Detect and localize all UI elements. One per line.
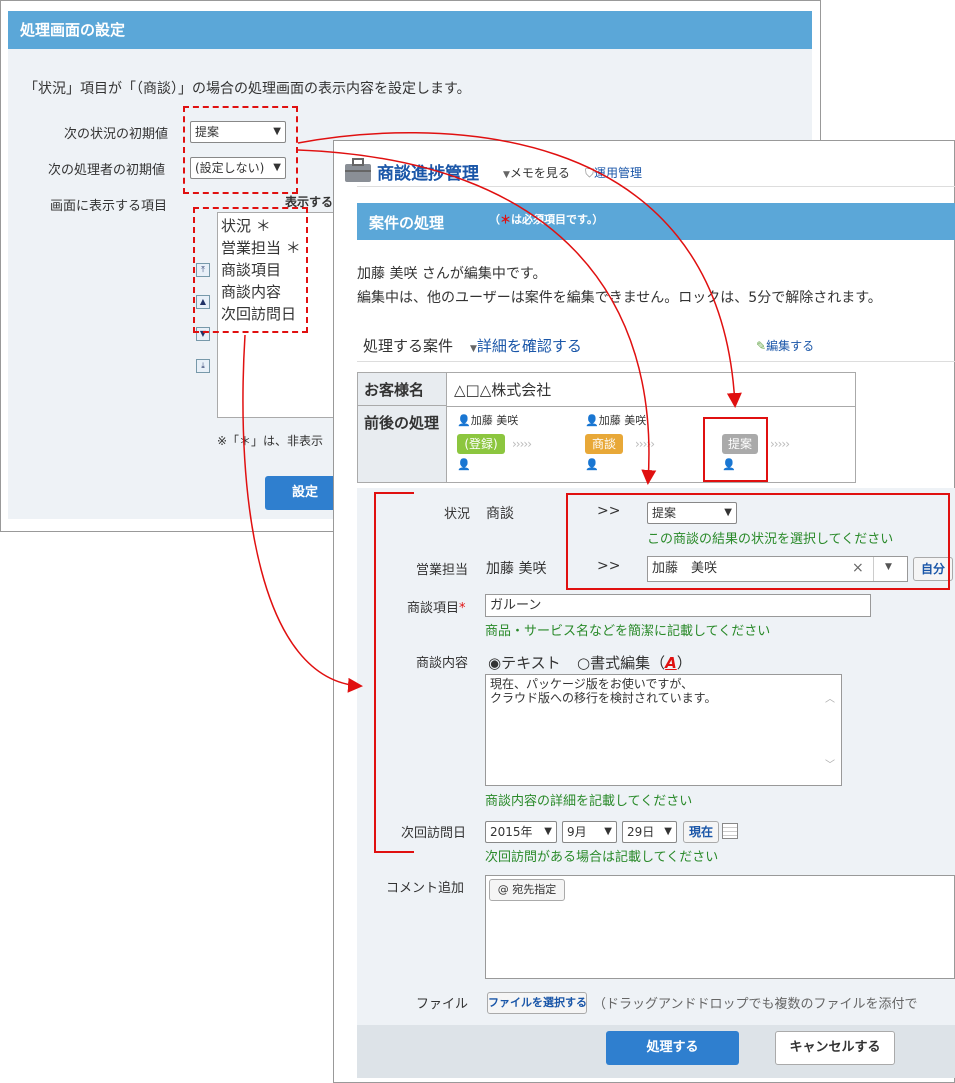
annotation-arrows [242, 132, 742, 693]
